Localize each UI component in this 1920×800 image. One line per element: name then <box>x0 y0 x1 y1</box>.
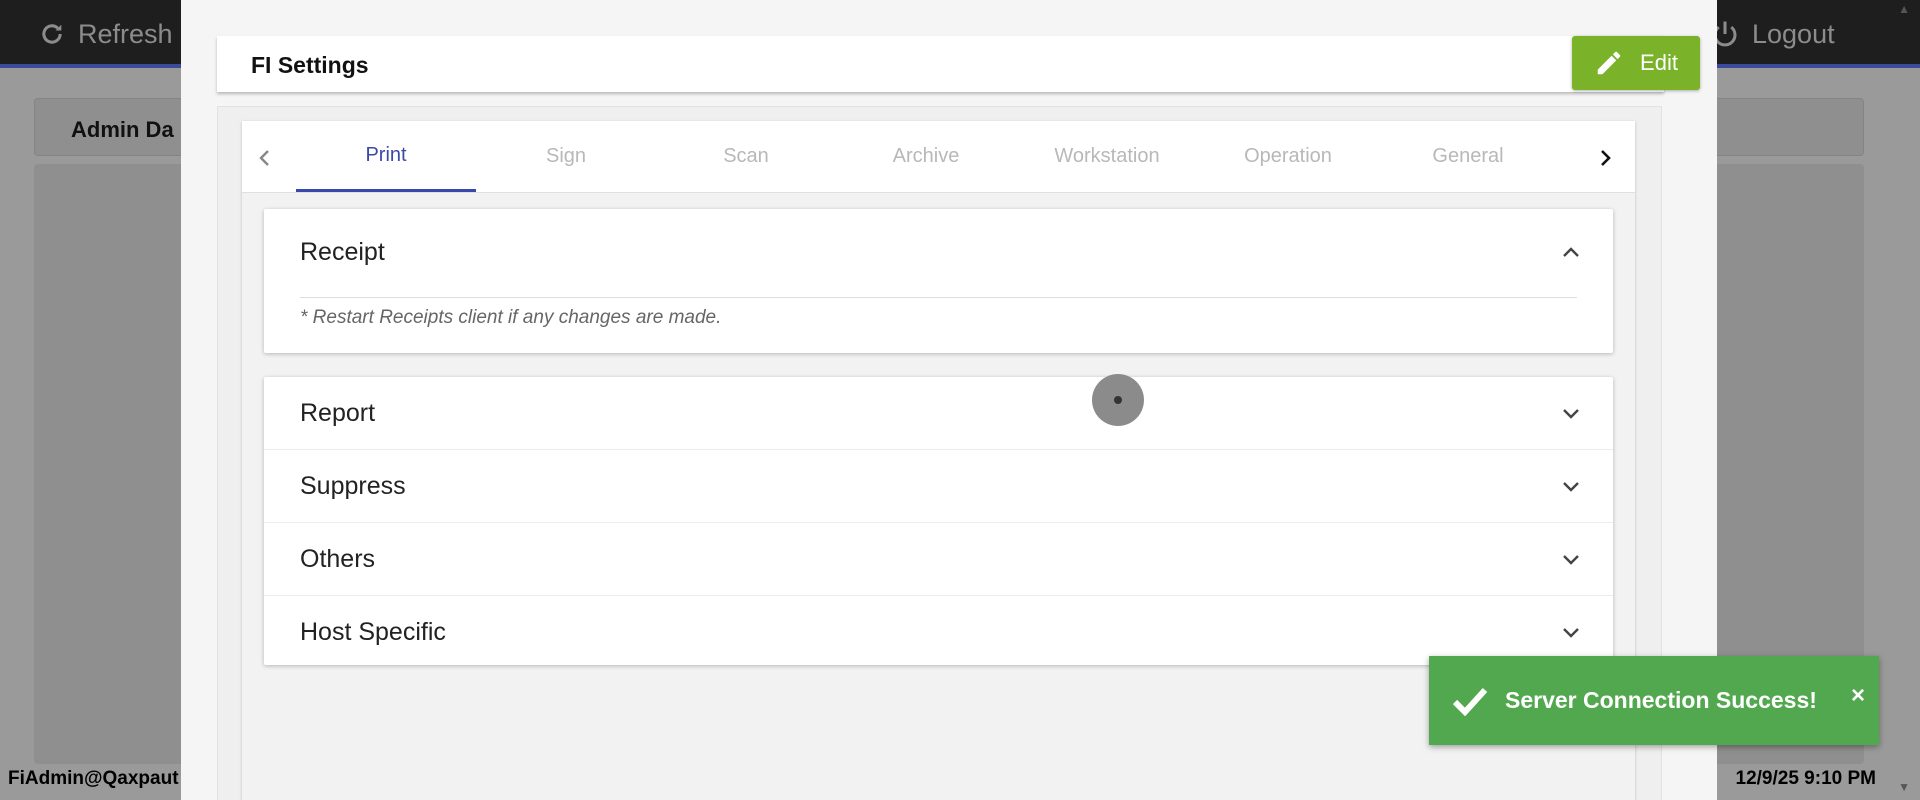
chevron-down-icon <box>1561 403 1581 423</box>
dashboard-title: Admin Da <box>71 117 174 142</box>
report-panel-header[interactable]: Report <box>264 377 1613 449</box>
tab-sign[interactable]: Sign <box>476 121 656 192</box>
footer-datetime: 12/9/25 9:10 PM <box>1735 768 1876 789</box>
logout-label: Logout <box>1752 18 1835 49</box>
chevron-down-icon <box>1561 476 1581 496</box>
panel-title: Report <box>300 398 376 427</box>
tab-workstation[interactable]: Workstation <box>1017 121 1197 192</box>
tab-scan[interactable]: Scan <box>656 121 836 192</box>
spinner-dot <box>1114 396 1122 404</box>
chevron-down-icon <box>1561 622 1581 642</box>
edit-button[interactable]: Edit <box>1572 36 1700 90</box>
tab-scroll-right[interactable] <box>1590 143 1620 173</box>
chevron-down-icon <box>1561 549 1581 569</box>
panel-title: Host Specific <box>300 617 446 646</box>
panel-title: Receipt <box>300 237 385 266</box>
tab-label: Scan <box>723 145 769 167</box>
refresh-button[interactable]: Refresh <box>38 14 173 54</box>
tab-label: Sign <box>545 145 587 167</box>
pencil-icon <box>1597 51 1621 75</box>
tab-archive[interactable]: Archive <box>836 121 1016 192</box>
tab-scroll-left[interactable] <box>250 143 280 173</box>
toast-message: Server Connection Success! <box>1505 687 1817 713</box>
page-scroll-down-arrow[interactable]: ▼ <box>1898 780 1910 794</box>
footer-user: FiAdmin@Qaxpaut <box>8 768 179 789</box>
logout-button[interactable]: Logout <box>1710 14 1835 54</box>
modal-header: FI Settings Edit <box>217 36 1700 92</box>
chevron-left-icon <box>259 150 269 166</box>
tab-label: Operation <box>1244 145 1332 167</box>
check-icon <box>1452 687 1488 716</box>
tab-label: Workstation <box>1054 145 1160 167</box>
edit-label: Edit <box>1640 50 1678 75</box>
host-specific-panel-header[interactable]: Host Specific <box>264 595 1613 668</box>
panel-title: Suppress <box>300 471 406 500</box>
settings-tabs-card: Print Sign Scan Archive Workstation Oper… <box>242 121 1635 800</box>
loading-spinner <box>1092 374 1144 426</box>
chevron-up-icon <box>1561 242 1581 262</box>
settings-accordion: Report Suppress Others Host Specific <box>264 377 1613 665</box>
tab-label: Archive <box>892 145 960 167</box>
tab-bar: Print Sign Scan Archive Workstation Oper… <box>242 121 1635 193</box>
tab-label: Print <box>365 143 407 166</box>
refresh-label: Refresh <box>78 18 173 49</box>
modal-title: FI Settings <box>251 52 369 78</box>
divider <box>300 297 1577 298</box>
page-scroll-up-arrow[interactable]: ▲ <box>1898 2 1910 16</box>
success-toast: Server Connection Success! × <box>1429 656 1879 745</box>
others-panel-header[interactable]: Others <box>264 522 1613 595</box>
receipt-note: * Restart Receipts client if any changes… <box>300 307 722 328</box>
receipt-panel-header[interactable]: Receipt <box>264 209 1613 295</box>
tab-general[interactable]: General <box>1378 121 1558 192</box>
panel-title: Others <box>300 544 376 573</box>
tab-print[interactable]: Print <box>296 121 476 192</box>
tab-label: General <box>1432 145 1504 167</box>
refresh-icon <box>42 24 62 44</box>
receipt-panel: Receipt * Restart Receipts client if any… <box>264 209 1613 353</box>
chevron-right-icon <box>1601 150 1611 166</box>
suppress-panel-header[interactable]: Suppress <box>264 449 1613 522</box>
tab-operation[interactable]: Operation <box>1198 121 1378 192</box>
toast-close-button[interactable]: × <box>1851 682 1865 710</box>
